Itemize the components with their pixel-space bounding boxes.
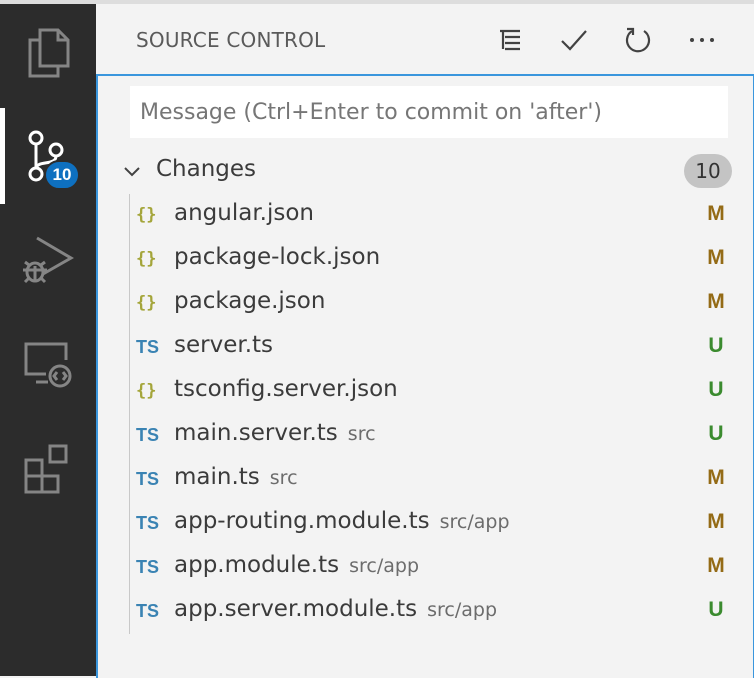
activity-extensions[interactable] xyxy=(0,420,96,516)
file-name-label: main.server.ts xyxy=(174,420,338,446)
changes-file-list: {} angular.json M {} package-lock.json M {} pac… xyxy=(98,194,754,634)
file-directory: src/app xyxy=(427,599,498,621)
file-name-label: server.ts xyxy=(174,332,274,358)
extensions-icon xyxy=(24,444,68,494)
status-untracked-badge: U xyxy=(708,334,724,357)
file-name: app-routing.module.ts src/app xyxy=(174,508,510,534)
typescript-file-icon: TS xyxy=(136,468,160,489)
json-file-icon: {} xyxy=(136,249,157,269)
status-untracked-badge: U xyxy=(708,422,724,445)
file-row[interactable]: TS app.module.ts src/app M xyxy=(98,546,754,590)
activity-run-debug[interactable] xyxy=(0,212,96,308)
status-modified-badge: M xyxy=(707,466,725,489)
check-icon xyxy=(561,30,587,51)
panel-header: SOURCE CONTROL xyxy=(96,4,754,74)
file-name-label: main.ts xyxy=(174,464,260,490)
file-row[interactable]: {} angular.json M xyxy=(98,194,754,238)
status-untracked-badge: U xyxy=(708,598,724,621)
file-name: server.ts xyxy=(174,332,273,358)
commit-button[interactable] xyxy=(556,22,592,58)
status-untracked-badge: U xyxy=(708,378,724,401)
file-row[interactable]: TS app-routing.module.ts src/app M xyxy=(98,502,754,546)
file-name-label: package-lock.json xyxy=(174,244,381,270)
activity-explorer[interactable] xyxy=(0,4,96,100)
typescript-file-icon: TS xyxy=(136,556,160,577)
file-name-label: app-routing.module.ts xyxy=(174,508,430,534)
file-name: angular.json xyxy=(174,200,314,226)
file-name: tsconfig.server.json xyxy=(174,376,398,402)
file-directory: src xyxy=(347,423,376,445)
file-name-label: app.module.ts xyxy=(174,552,340,578)
file-row[interactable]: {} package.json M xyxy=(98,282,754,326)
file-row[interactable]: {} package-lock.json M xyxy=(98,238,754,282)
file-name: package.json xyxy=(174,288,325,314)
file-row[interactable]: TS main.ts src M xyxy=(98,458,754,502)
chevron-down-icon xyxy=(122,162,142,186)
refresh-button[interactable] xyxy=(620,22,656,58)
file-name: main.ts src xyxy=(174,464,298,490)
file-row[interactable]: TS main.server.ts src U xyxy=(98,414,754,458)
activity-remote-explorer[interactable] xyxy=(0,316,96,412)
status-modified-badge: M xyxy=(707,290,725,313)
scm-view: Changes 10 {} angular.json M {} package-lock… xyxy=(96,74,754,678)
json-file-icon: {} xyxy=(136,381,157,401)
status-modified-badge: M xyxy=(707,202,725,225)
file-name: package-lock.json xyxy=(174,244,380,270)
file-directory: src/app xyxy=(349,555,420,577)
status-modified-badge: M xyxy=(707,554,725,577)
typescript-file-icon: TS xyxy=(136,336,160,357)
list-tree-icon xyxy=(500,29,520,51)
typescript-file-icon: TS xyxy=(136,512,160,533)
source-control-badge: 10 xyxy=(44,160,80,190)
json-file-icon: {} xyxy=(136,293,157,313)
file-row[interactable]: TS app.server.module.ts src/app U xyxy=(98,590,754,634)
file-name: app.server.module.ts src/app xyxy=(174,596,497,622)
source-control-panel: SOURCE CONTROL Message (Ctrl+Enter to co… xyxy=(96,4,754,678)
status-modified-badge: M xyxy=(707,246,725,269)
remote-icon xyxy=(24,342,72,388)
activity-source-control[interactable]: 10 xyxy=(0,108,96,204)
status-modified-badge: M xyxy=(707,510,725,533)
file-row[interactable]: {} tsconfig.server.json U xyxy=(98,370,754,414)
file-name: app.module.ts src/app xyxy=(174,552,419,578)
changes-count-badge: 10 xyxy=(684,154,732,188)
refresh-icon xyxy=(625,27,651,53)
view-as-tree-button[interactable] xyxy=(492,22,528,58)
ellipsis-icon xyxy=(690,38,714,42)
panel-title: SOURCE CONTROL xyxy=(136,28,326,52)
file-name-label: angular.json xyxy=(174,200,315,226)
typescript-file-icon: TS xyxy=(136,424,160,445)
file-name: main.server.ts src xyxy=(174,420,376,446)
files-icon xyxy=(28,28,70,78)
file-name-label: app.server.module.ts xyxy=(174,596,418,622)
file-directory: src/app xyxy=(439,511,510,533)
commit-message-input[interactable] xyxy=(130,86,728,138)
activity-bar: 10 xyxy=(0,4,96,676)
typescript-file-icon: TS xyxy=(136,600,160,621)
file-name-label: package.json xyxy=(174,288,326,314)
more-actions-button[interactable] xyxy=(684,22,720,58)
json-file-icon: {} xyxy=(136,205,157,225)
changes-group-header[interactable]: Changes 10 xyxy=(98,150,754,194)
file-row[interactable]: TS server.ts U xyxy=(98,326,754,370)
debug-icon xyxy=(23,236,74,284)
file-directory: src xyxy=(269,467,298,489)
changes-group-label: Changes xyxy=(156,156,257,182)
file-name-label: tsconfig.server.json xyxy=(174,376,398,402)
